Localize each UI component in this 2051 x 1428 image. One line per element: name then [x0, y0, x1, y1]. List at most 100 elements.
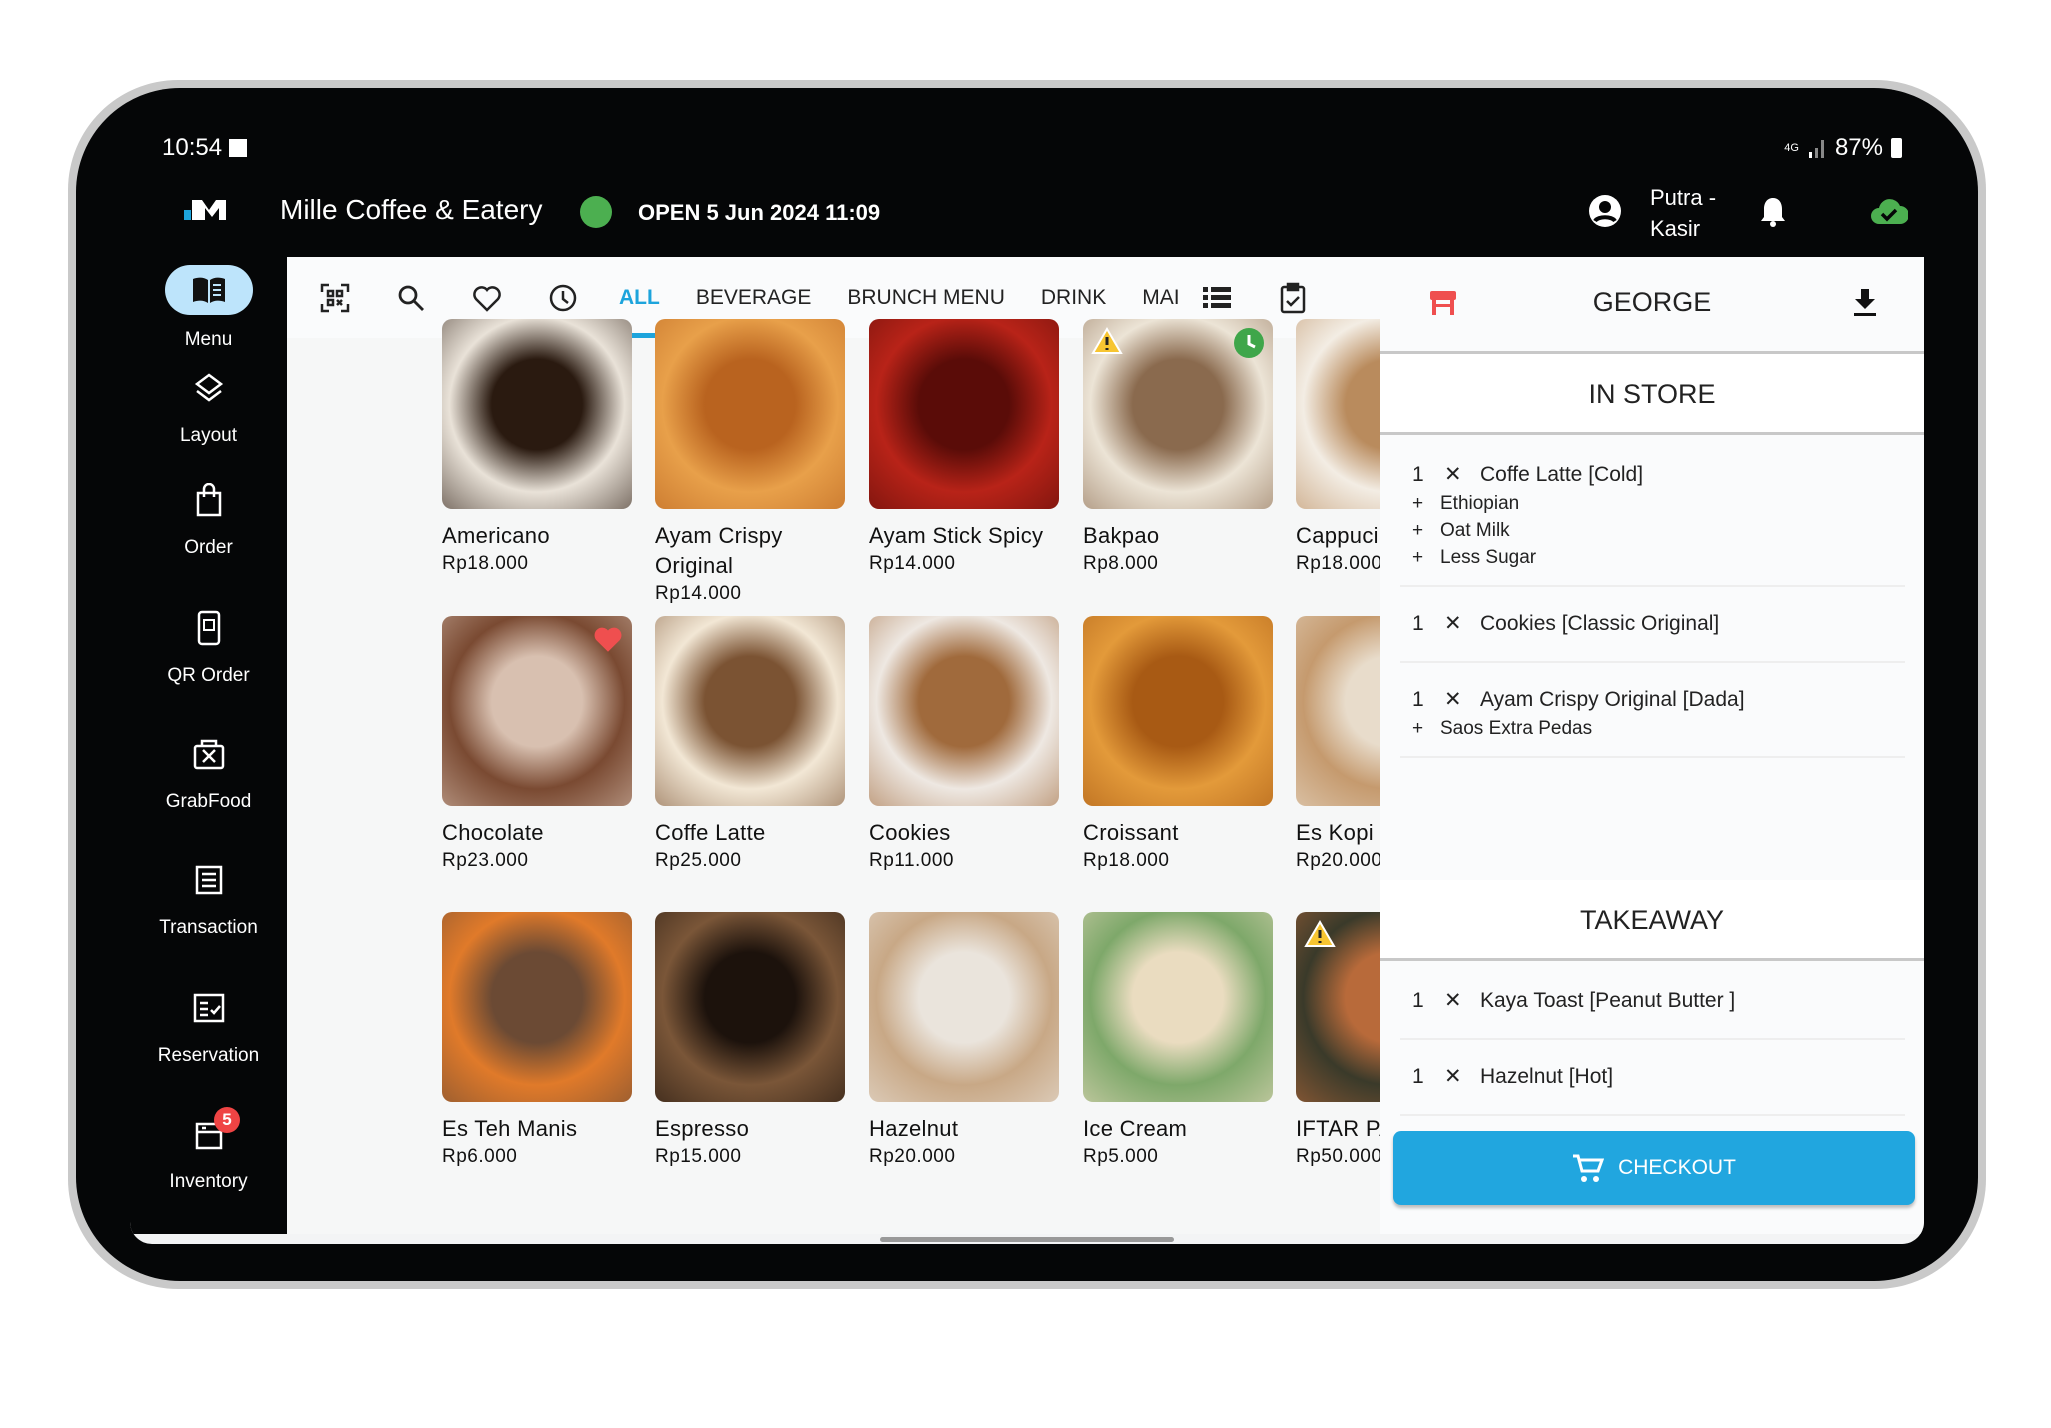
product-card[interactable]: Ice Cream Rp5.000 — [1083, 912, 1273, 1170]
remove-icon[interactable]: ✕ — [1444, 986, 1480, 1016]
product-card[interactable]: Coffe Latte Rp25.000 — [655, 616, 845, 874]
order-item-qty: 1 — [1412, 989, 1424, 1012]
order-item[interactable]: 1 ✕ Ayam Crispy Original [Dada] + Saos Extra… — [1400, 663, 1905, 758]
product-image — [442, 319, 632, 509]
favorite-heart-icon[interactable] — [592, 624, 624, 654]
product-image — [869, 912, 1059, 1102]
checkout-button[interactable]: CHECKOUT — [1393, 1131, 1915, 1205]
product-image — [1083, 912, 1273, 1102]
order-item[interactable]: 1 ✕ Hazelnut [Hot] — [1400, 1040, 1905, 1116]
product-image — [442, 912, 632, 1102]
sidebar-item-reservation[interactable]: Reservation — [130, 985, 287, 1067]
checkout-label: CHECKOUT — [1618, 1156, 1736, 1179]
remove-icon[interactable]: ✕ — [1444, 609, 1480, 639]
plus-icon: + — [1412, 718, 1424, 739]
order-panel: GEORGE IN STORE 1 ✕ Coffe Latte [Cold] + Ethi… — [1380, 257, 1924, 1234]
grabfood-icon — [130, 731, 287, 777]
notification-bell-icon[interactable] — [1758, 196, 1788, 228]
product-price: Rp14.000 — [869, 553, 956, 574]
product-price: Rp18.000 — [442, 553, 529, 574]
order-item-qty: 1 — [1412, 612, 1424, 635]
list-view-icon[interactable] — [1179, 286, 1255, 309]
product-card[interactable]: Hazelnut Rp20.000 — [869, 912, 1059, 1170]
cart-icon — [1573, 1154, 1605, 1182]
clipboard-check-icon[interactable] — [1255, 282, 1331, 314]
product-name: Chocolate — [442, 820, 544, 845]
product-image — [442, 616, 632, 806]
product-name: Ayam Crispy Original — [655, 523, 783, 578]
product-card[interactable]: Espresso Rp15.000 — [655, 912, 845, 1170]
remove-icon[interactable]: ✕ — [1444, 1062, 1480, 1092]
remove-icon[interactable]: ✕ — [1444, 685, 1480, 715]
qr-scan-icon[interactable] — [297, 283, 373, 313]
product-card[interactable]: Americano Rp18.000 — [442, 319, 632, 577]
order-item[interactable]: 1 ✕ Cookies [Classic Original] — [1400, 587, 1905, 663]
order-section-title: IN STORE — [1380, 354, 1924, 435]
app-logo — [184, 200, 226, 220]
remove-icon[interactable]: ✕ — [1444, 460, 1480, 490]
product-image — [655, 616, 845, 806]
product-image — [869, 616, 1059, 806]
menu-area: ALL BEVERAGE BRUNCH MENU DRINK MAI Americano… — [287, 257, 1486, 1234]
product-name: Espresso — [655, 1116, 750, 1141]
inventory-icon — [130, 1111, 287, 1157]
shopping-bag-icon — [130, 477, 287, 523]
product-image — [869, 319, 1059, 509]
sidebar-item-menu[interactable]: Menu — [130, 265, 287, 351]
inventory-badge: 5 — [214, 1107, 240, 1133]
order-section-title: TAKEAWAY — [1380, 880, 1924, 961]
qr-phone-icon — [130, 605, 287, 651]
product-name: Cookies — [869, 820, 951, 845]
plus-icon: + — [1412, 493, 1424, 514]
product-card[interactable]: Croissant Rp18.000 — [1083, 616, 1273, 874]
order-item-name: Ayam Crispy Original [Dada] — [1480, 688, 1745, 711]
sidebar-item-label: Reservation — [157, 1045, 260, 1066]
sidebar-item-qr-order[interactable]: QR Order — [130, 605, 287, 687]
product-name: Es Teh Manis — [442, 1116, 578, 1141]
battery-icon — [1891, 138, 1902, 158]
order-item-name: Coffe Latte [Cold] — [1480, 463, 1644, 486]
sidebar-item-label: Transaction — [159, 917, 258, 938]
order-item-qty: 1 — [1412, 688, 1424, 711]
product-name: Croissant — [1083, 820, 1179, 845]
sidebar-item-grabfood[interactable]: GrabFood — [130, 731, 287, 813]
order-item-name: Hazelnut [Hot] — [1480, 1065, 1614, 1088]
download-icon[interactable] — [1852, 287, 1878, 317]
product-card[interactable]: Cookies Rp11.000 — [869, 616, 1059, 874]
signal-icon — [1808, 140, 1824, 158]
table-name: GEORGE — [1592, 287, 1712, 317]
search-icon[interactable] — [373, 284, 449, 312]
cloud-sync-icon[interactable] — [1870, 196, 1908, 226]
product-card[interactable]: Ayam Crispy Original Rp14.000 — [655, 319, 845, 607]
product-price: Rp18.000 — [1083, 850, 1170, 871]
sidebar: Menu Layout Order QR Order GrabFood Transacti… — [130, 257, 287, 1234]
product-price: Rp6.000 — [442, 1146, 518, 1167]
open-status-dot — [580, 196, 612, 228]
network-label: 4G — [1784, 142, 1799, 154]
order-item[interactable]: 1 ✕ Coffe Latte [Cold] + Ethiopian + Oat Milk +… — [1400, 438, 1905, 587]
plus-icon: + — [1412, 520, 1424, 541]
table-icon[interactable] — [1428, 289, 1458, 315]
sidebar-item-inventory[interactable]: 5 Inventory — [130, 1107, 287, 1193]
user-name-line2: Kasir — [1650, 216, 1701, 241]
product-card[interactable]: Es Teh Manis Rp6.000 — [442, 912, 632, 1170]
product-card[interactable]: Chocolate Rp23.000 — [442, 616, 632, 874]
sidebar-item-transaction[interactable]: Transaction — [130, 857, 287, 939]
warning-icon — [1304, 920, 1336, 947]
product-card[interactable]: Ayam Stick Spicy Rp14.000 — [869, 319, 1059, 577]
app-title: Mille Coffee & Eatery — [280, 194, 543, 225]
order-item-modifier: Oat Milk — [1440, 520, 1510, 541]
sidebar-item-layout[interactable]: Layout — [130, 365, 287, 447]
sidebar-item-order[interactable]: Order — [130, 477, 287, 559]
order-item[interactable]: 1 ✕ Kaya Toast [Peanut Butter ] — [1400, 964, 1905, 1040]
clock-badge-icon — [1234, 328, 1264, 358]
order-panel-header: GEORGE — [1380, 257, 1924, 354]
product-name: Ayam Stick Spicy — [869, 523, 1044, 548]
heart-icon[interactable] — [449, 284, 525, 312]
order-item-modifier: Less Sugar — [1440, 547, 1537, 568]
scroll-indicator[interactable] — [880, 1237, 1174, 1242]
user-avatar-icon[interactable] — [1588, 194, 1622, 228]
clock-icon[interactable] — [525, 283, 601, 313]
product-card[interactable]: Bakpao Rp8.000 — [1083, 319, 1273, 577]
user-name[interactable]: Putra - Kasir — [1650, 182, 1716, 244]
